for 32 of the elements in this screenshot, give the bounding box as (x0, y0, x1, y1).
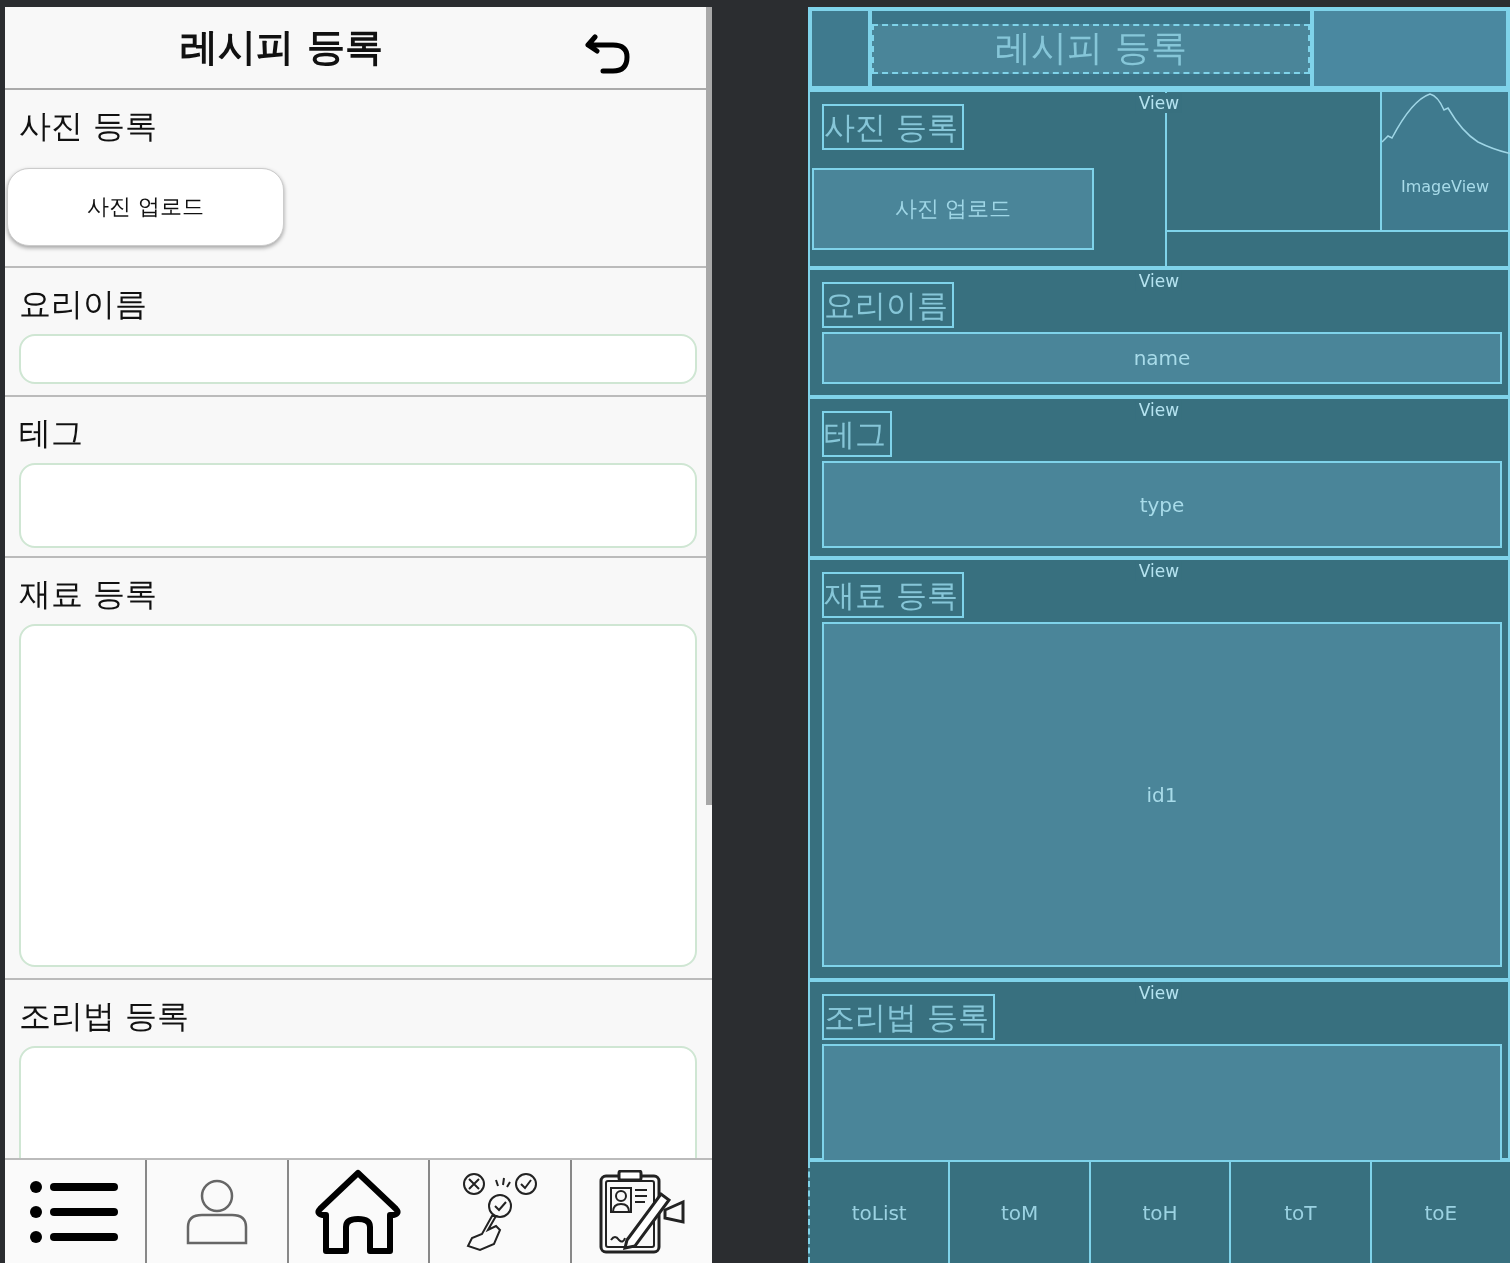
nav-outline: toH (1088, 1162, 1230, 1263)
section-label: 사진 등록 (19, 106, 158, 147)
button-outline: 사진 업로드 (812, 168, 1094, 250)
label-outline: 조리법 등록 (822, 994, 995, 1040)
person-icon[interactable] (185, 1178, 248, 1245)
label-outline: 요리이름 (822, 282, 954, 328)
label-outline: 재료 등록 (822, 572, 964, 618)
image-view-outline: ImageView (1382, 92, 1508, 230)
nav-outline: toList (808, 1162, 949, 1263)
text-field[interactable] (19, 334, 697, 384)
text-field[interactable] (19, 463, 697, 548)
label-outline: 사진 등록 (822, 104, 964, 150)
section-label: 재료 등록 (19, 574, 158, 615)
back-icon[interactable] (585, 33, 631, 75)
list-icon[interactable] (29, 1178, 120, 1245)
nav-outline: toT (1229, 1162, 1370, 1263)
section-label: 요리이름 (19, 284, 147, 325)
field-outline: name (822, 332, 1502, 384)
text-field[interactable] (19, 1046, 697, 1158)
upload-button[interactable]: 사진 업로드 (7, 168, 284, 246)
section-label: 조리법 등록 (19, 996, 190, 1037)
nav-outline: toE (1369, 1162, 1510, 1263)
screen-title: 레시피 등록 (180, 24, 384, 71)
field-outline: type (822, 461, 1502, 548)
title-outline: 레시피 등록 (872, 23, 1310, 74)
section-label: 테그 (19, 413, 83, 454)
label-outline: 테그 (822, 411, 892, 457)
clipboard-pen-icon[interactable] (599, 1169, 686, 1254)
text-field[interactable] (19, 624, 697, 967)
scrollbar[interactable] (706, 7, 712, 805)
field-outline: id1 (822, 622, 1502, 967)
nav-outline: toM (948, 1162, 1089, 1263)
